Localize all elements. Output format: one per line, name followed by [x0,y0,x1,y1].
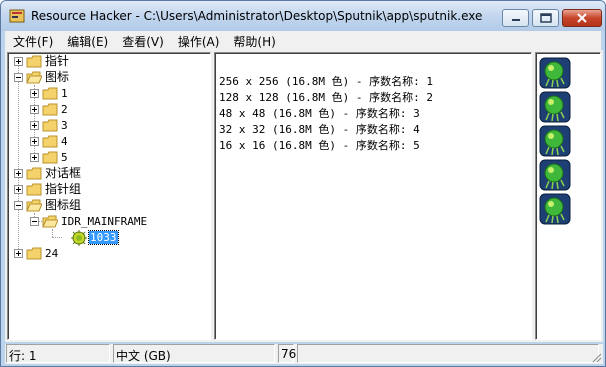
folder-icon [26,55,42,68]
collapse-icon-button[interactable] [14,73,23,82]
status-value: 76 [278,344,296,363]
tree-item-mainframe[interactable]: IDR_MAINFRAME [61,214,147,229]
resource-text-pane[interactable]: 256 x 256 (16.8M 色) - 序数名称: 1 128 x 128 … [214,52,532,340]
tree-item-cursor[interactable]: 指针 [45,54,69,69]
tree-line-root [18,61,19,253]
maximize-icon [539,13,552,23]
resource-tree[interactable]: 指针 图标 1 2 3 4 5 对话框 指针组 图标组 IDR_MAINFRAM… [7,52,211,340]
tree-item-manifest[interactable]: 24 [45,246,58,261]
green-bug-icon [539,125,571,157]
tree-item-icon-4[interactable]: 4 [61,134,68,149]
close-button[interactable] [562,9,602,27]
green-bug-icon [539,159,571,191]
icon-entry-line: 128 x 128 (16.8M 色) - 序数名称: 2 [219,91,433,104]
close-icon [577,13,587,23]
menu-edit[interactable]: 编辑(E) [59,31,114,50]
minimize-button[interactable] [502,9,529,27]
app-window: Resource Hacker - C:\Users\Administrator… [0,0,606,367]
folder-icon [42,103,58,116]
selected-language-label: 1033 [88,230,119,245]
collapse-mainframe-button[interactable] [30,217,39,226]
menu-help[interactable]: 帮助(H) [225,31,281,50]
maximize-button[interactable] [532,9,559,27]
menu-bar: 文件(F) 编辑(E) 查看(V) 操作(A) 帮助(H) [5,31,601,50]
tree-item-icon[interactable]: 图标 [45,70,69,85]
tree-line-lang [52,237,62,238]
expand-manifest-button[interactable] [14,249,23,258]
tree-item-language[interactable]: 1033 [88,230,119,245]
expand-icon-3-button[interactable] [30,121,39,130]
window-title: Resource Hacker - C:\Users\Administrator… [31,9,483,23]
tree-item-icon-2[interactable]: 2 [61,102,68,117]
folder-icon [26,183,42,196]
open-folder-icon [26,199,42,212]
folder-icon [26,247,42,260]
icon-entry-line: 16 x 16 (16.8M 色) - 序数名称: 5 [219,139,420,152]
icon-entry-line: 256 x 256 (16.8M 色) - 序数名称: 1 [219,75,433,88]
status-line: 行: 1 [6,344,110,363]
green-bug-icon [539,91,571,123]
tree-item-dialog[interactable]: 对话框 [45,166,81,181]
expand-icon-1-button[interactable] [30,89,39,98]
expand-icon-4-button[interactable] [30,137,39,146]
open-folder-icon [42,215,58,228]
folder-icon [42,135,58,148]
resource-hacker-icon [9,9,25,23]
folder-icon [26,167,42,180]
icon-entry-line: 48 x 48 (16.8M 色) - 序数名称: 3 [219,107,420,120]
tree-item-cursor-group[interactable]: 指针组 [45,182,81,197]
menu-file[interactable]: 文件(F) [5,31,59,50]
title-bar[interactable]: Resource Hacker - C:\Users\Administrator… [1,1,605,31]
expand-cursor-group-button[interactable] [14,185,23,194]
tree-line-mainframe [52,229,53,237]
resize-grip-icon[interactable] [590,351,602,363]
tree-item-icon-5[interactable]: 5 [61,150,68,165]
open-folder-icon [26,71,42,84]
expand-dialog-button[interactable] [14,169,23,178]
folder-icon [42,119,58,132]
folder-icon [42,87,58,100]
expand-icon-5-button[interactable] [30,153,39,162]
tree-item-icon-3[interactable]: 3 [61,118,68,133]
status-bar: 行: 1 中文 (GB) 76 [5,344,603,364]
green-bug-icon [539,57,571,89]
expand-icon-2-button[interactable] [30,105,39,114]
language-resource-icon [71,230,87,246]
tree-item-icon-1[interactable]: 1 [61,86,68,101]
menu-view[interactable]: 查看(V) [114,31,170,50]
menu-action[interactable]: 操作(A) [170,31,226,50]
folder-icon [42,151,58,164]
icon-entry-line: 32 x 32 (16.8M 色) - 序数名称: 4 [219,123,420,136]
icon-preview-pane [535,52,601,340]
status-empty [297,344,599,363]
tree-item-icon-group[interactable]: 图标组 [45,198,81,213]
client-area: 指针 图标 1 2 3 4 5 对话框 指针组 图标组 IDR_MAINFRAM… [5,50,603,342]
collapse-icon-group-button[interactable] [14,201,23,210]
expand-cursor-button[interactable] [14,57,23,66]
minimize-icon [511,19,520,21]
green-bug-icon [539,193,571,225]
status-language: 中文 (GB) [113,344,275,363]
